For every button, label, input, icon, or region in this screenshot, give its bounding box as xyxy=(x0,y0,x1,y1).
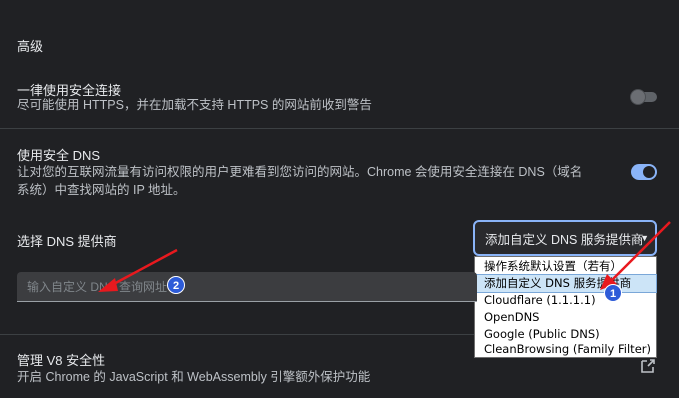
arrow-head-input xyxy=(98,278,118,292)
annotation-badge-1: 1 xyxy=(604,284,622,302)
annotation-badge-2: 2 xyxy=(167,276,185,294)
arrow-to-option xyxy=(611,221,671,281)
annotation-arrows xyxy=(98,221,671,292)
